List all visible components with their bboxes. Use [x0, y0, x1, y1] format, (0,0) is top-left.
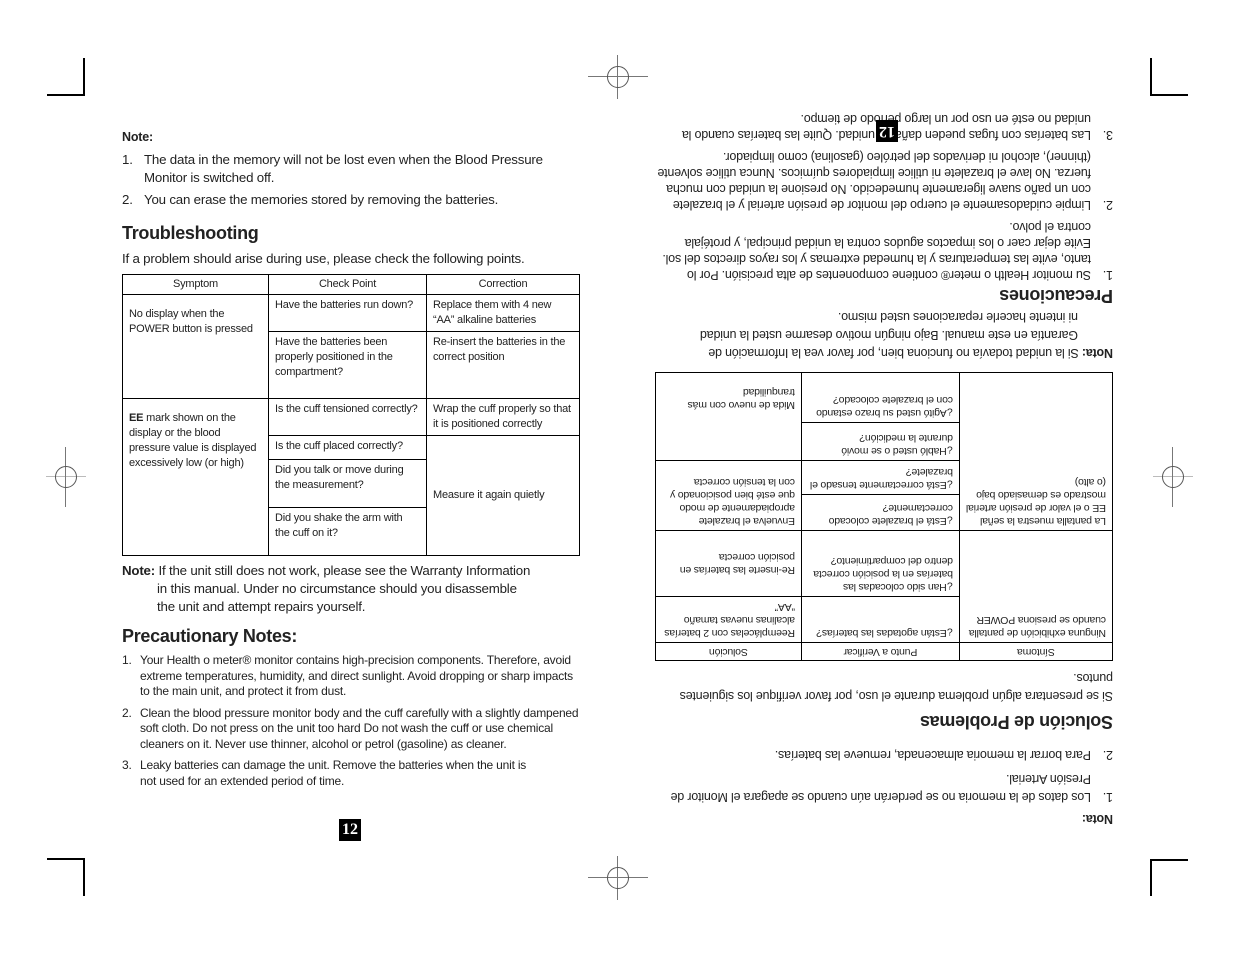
crop-mark — [83, 58, 85, 96]
troubleshooting-table: Symptom Check Point Correction No displa… — [122, 274, 580, 556]
page-number: 12 — [339, 819, 361, 841]
registration-mark-icon — [588, 47, 648, 107]
spanish-page: Nota: 1. Los datos de la memoria no se pe… — [652, 108, 1116, 833]
table-row: Ninguna exhibición de pantalla cuando se… — [655, 530, 1113, 643]
page-number: 12 — [876, 120, 898, 142]
precaution-title: Precauciones — [999, 286, 1113, 306]
crop-mark — [47, 858, 84, 860]
troubleshooting-title: Solución de Problemas — [920, 712, 1113, 732]
precaution-item: 1. Your Health o meter® monitor contains … — [122, 653, 573, 698]
crop-mark — [1150, 859, 1188, 861]
precaution-title: Precautionary Notes: — [122, 626, 298, 646]
crop-mark — [47, 94, 84, 96]
precaution-item: 2. Clean the blood pressure monitor body … — [122, 705, 579, 751]
registration-mark-icon — [588, 848, 648, 908]
registration-mark-icon — [1143, 447, 1203, 507]
note-item: 1. The data in the memory will not be los… — [122, 152, 543, 185]
note-label: Nota: — [1082, 812, 1113, 826]
crop-mark — [1150, 94, 1188, 96]
troubleshooting-title: Troubleshooting — [122, 223, 259, 243]
precaution-item: 1. Su monitor Health o meter® contiene co… — [662, 220, 1113, 282]
crop-mark — [83, 858, 85, 896]
note-item: 2. Para borrar la memoria almacenada, rem… — [774, 748, 1113, 762]
crop-mark — [1150, 58, 1152, 96]
note-item: 1. Los datos de la memoria no se perderán… — [670, 772, 1113, 804]
warranty-note: Note: If the unit still does not work, p… — [122, 563, 531, 578]
table-row: La pantalla muestra la señal EE o el val… — [655, 372, 1113, 531]
precaution-item: 3. Leaky batteries can damage the unit. R… — [122, 758, 527, 788]
table-row: No display when the POWER button is pres… — [122, 294, 580, 399]
table-header-row: Symptom Check Point Correction — [122, 274, 580, 295]
note-label: Note: — [122, 130, 153, 144]
registration-mark-icon — [36, 447, 96, 507]
crop-mark — [1150, 859, 1152, 896]
table-row: EE mark shown on the display or the bloo… — [122, 398, 580, 556]
troubleshooting-intro: Si se presentara algún problema durante … — [679, 671, 1113, 703]
precaution-item: 2. Limpie cuidadosamente el cuerpo del mo… — [657, 150, 1113, 212]
warranty-note: Nota: Si la unidad todavía no funciona b… — [708, 346, 1113, 360]
troubleshooting-table: Síntoma Punto a Verificar Solución Ningu… — [655, 372, 1113, 661]
english-page: Note: 1. The data in the memory will not … — [122, 128, 582, 789]
note-item: 2. You can erase the memories stored by r… — [122, 192, 499, 207]
troubleshooting-intro: If a problem should arise during use, pl… — [122, 251, 525, 266]
table-header-row: Síntoma Punto a Verificar Solución — [655, 642, 1113, 661]
